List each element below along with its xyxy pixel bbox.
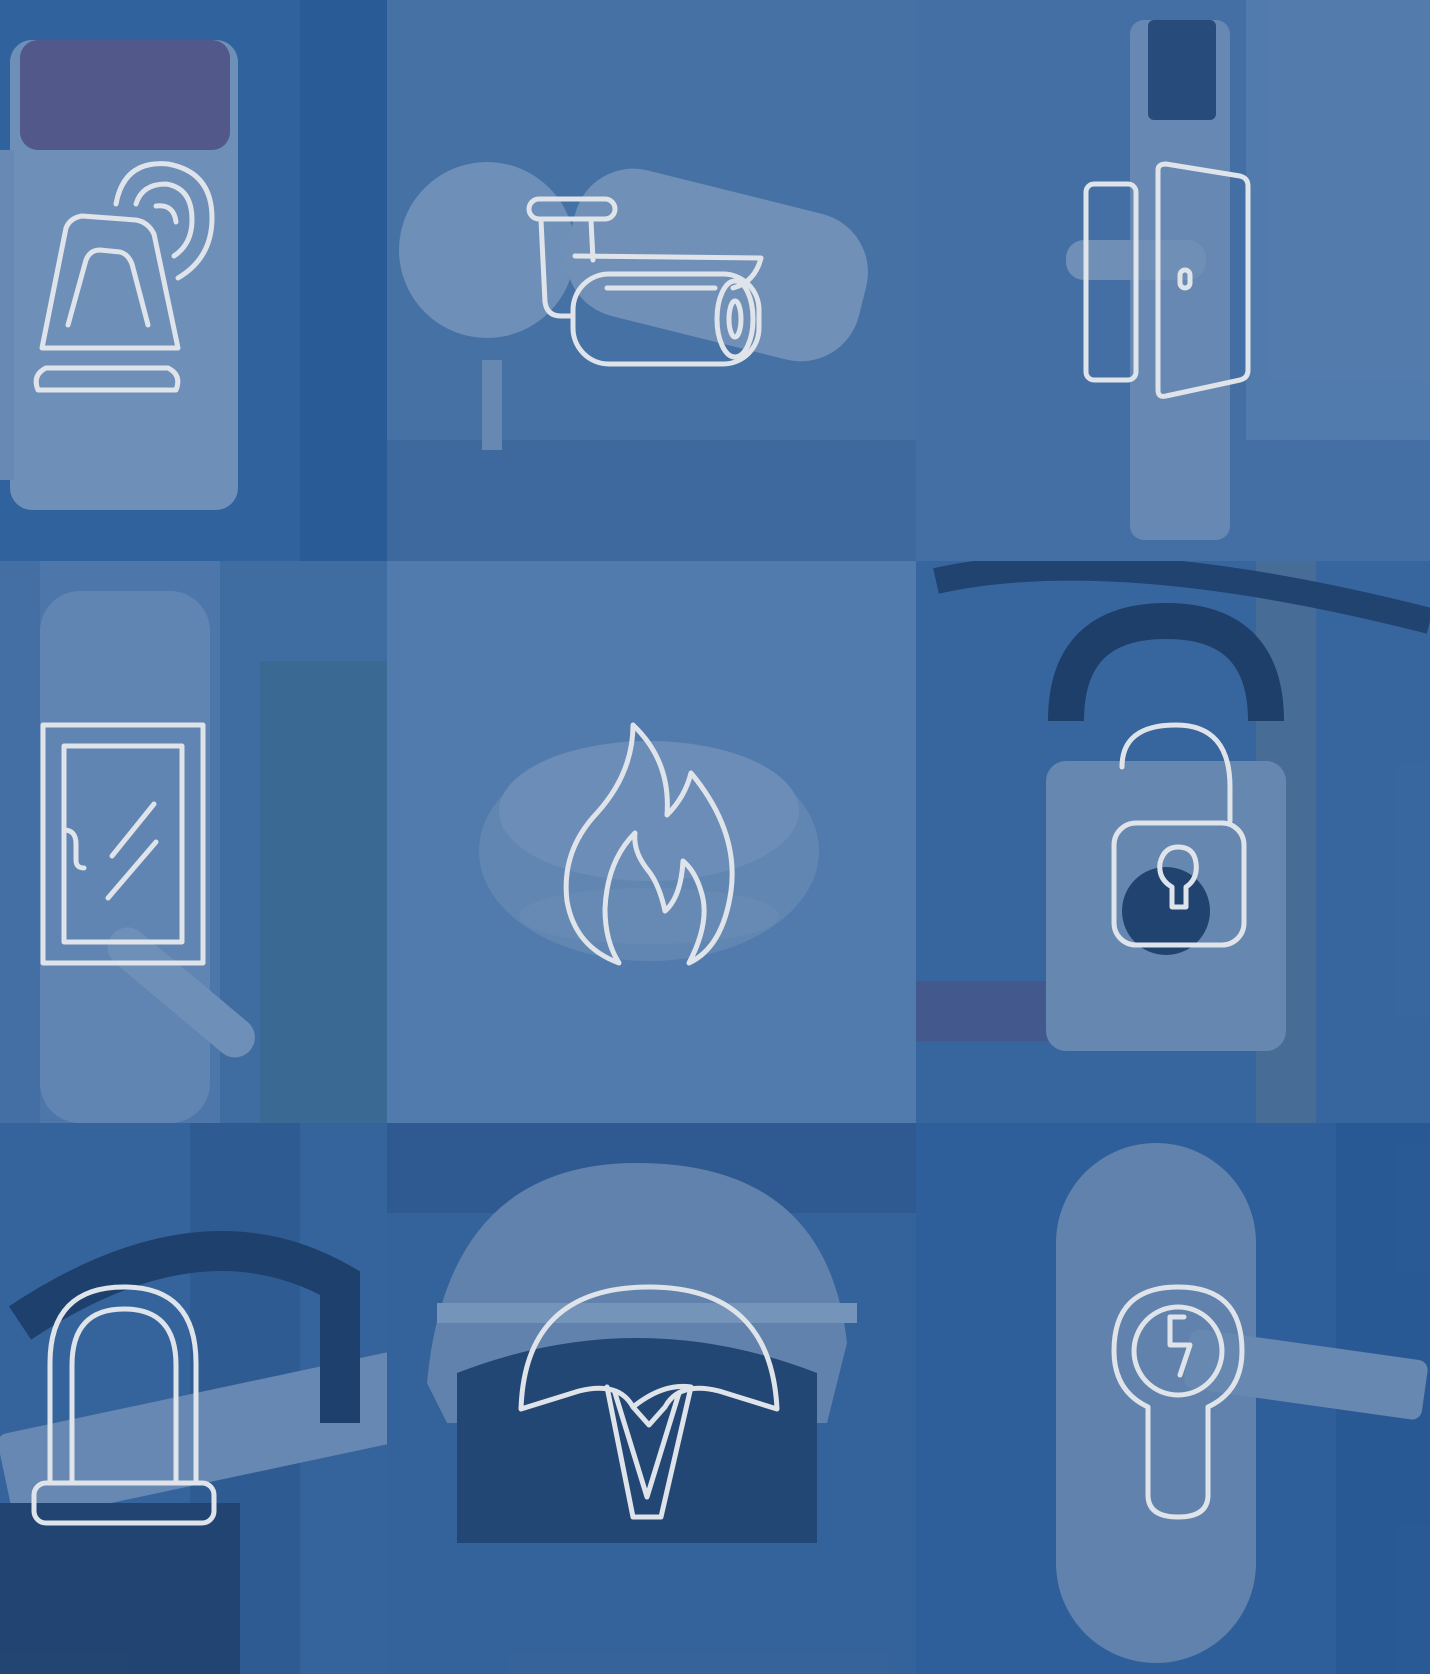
- lock-cylinder-icon: [1110, 1283, 1246, 1521]
- smoke-detector-tile[interactable]: [387, 561, 916, 1123]
- helmet-icon: [515, 1283, 781, 1521]
- alarm-siren-icon: [28, 160, 218, 405]
- door-cylinder-tile[interactable]: [916, 1123, 1430, 1674]
- bike-helmet-tile[interactable]: [387, 1123, 916, 1674]
- padlock-tile[interactable]: [916, 561, 1430, 1123]
- padlock-open-icon: [1110, 721, 1248, 949]
- window-lock-icon: [40, 722, 206, 966]
- window-security-tile[interactable]: [0, 561, 387, 1123]
- bullet-camera-icon: [525, 196, 765, 368]
- door-contact-tile[interactable]: [916, 0, 1430, 561]
- surveillance-camera-tile[interactable]: [387, 0, 916, 561]
- fire-icon: [561, 721, 747, 967]
- alarm-siren-tile[interactable]: [0, 0, 387, 561]
- u-lock-icon: [31, 1283, 217, 1527]
- bike-lock-tile[interactable]: [0, 1123, 387, 1674]
- door-sensor-icon: [1082, 160, 1252, 400]
- product-category-grid: [0, 0, 1430, 1674]
